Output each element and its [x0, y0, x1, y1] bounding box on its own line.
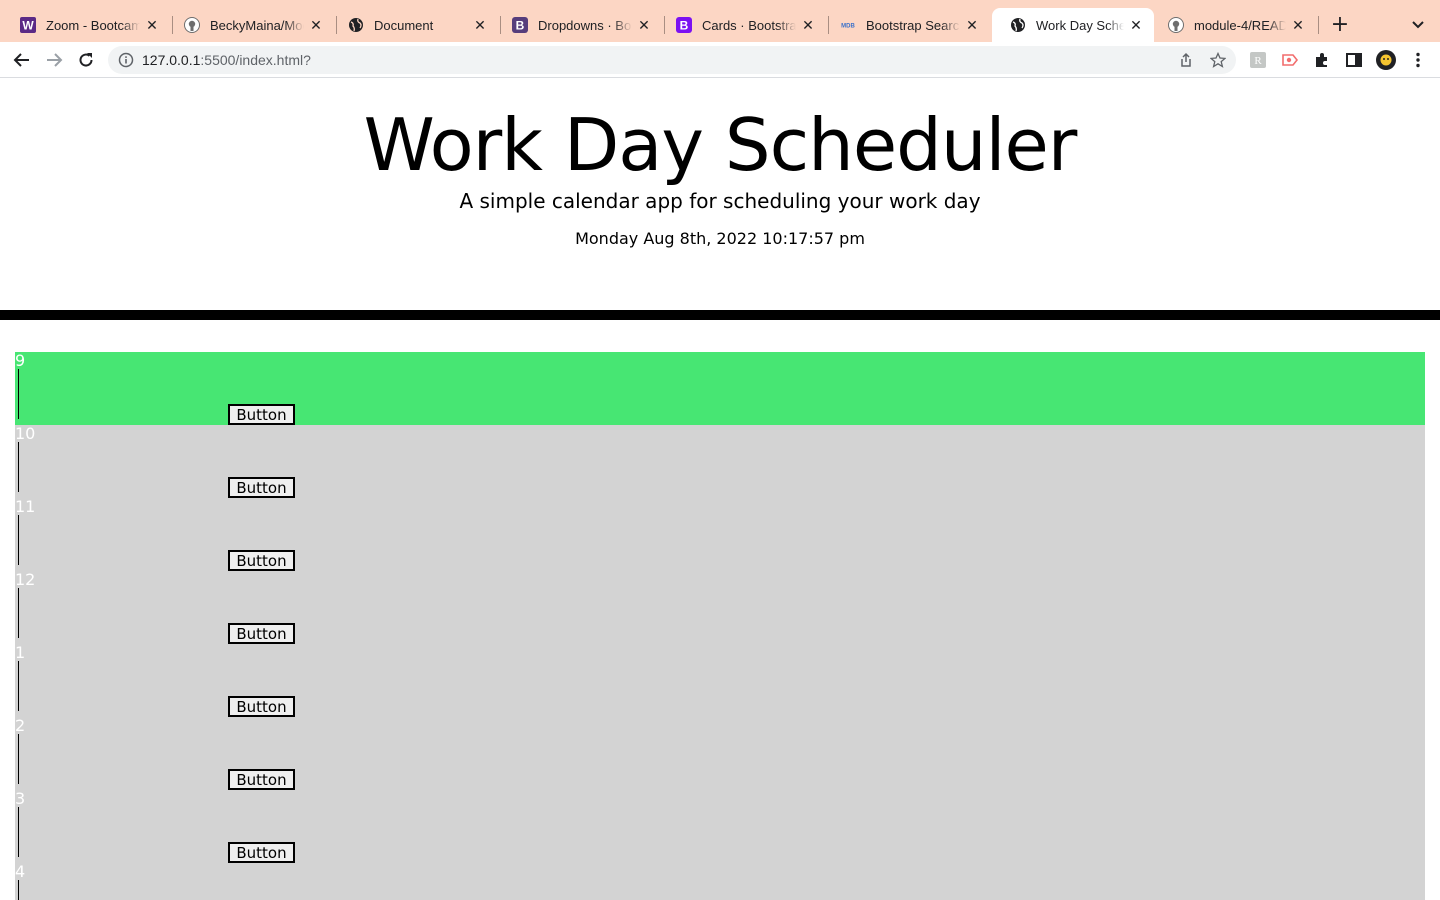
hour-label: 9 — [15, 351, 26, 370]
browser-tab[interactable]: Document ✕ — [330, 8, 498, 42]
url-path: :5500/index.html? — [200, 52, 311, 68]
save-button[interactable]: Button — [228, 404, 295, 425]
description-textarea[interactable] — [18, 515, 19, 565]
globe-icon — [1010, 17, 1026, 33]
browser-toolbar: 127.0.0.1:5500/index.html? R — [0, 42, 1440, 78]
description-textarea[interactable] — [18, 661, 19, 711]
hour-label: 12 — [15, 570, 36, 589]
time-block-row: 10 Button — [15, 425, 1425, 498]
back-arrow-icon[interactable] — [10, 48, 34, 72]
hour-label: 11 — [15, 497, 36, 516]
address-bar[interactable]: 127.0.0.1:5500/index.html? — [108, 46, 1236, 74]
description-textarea[interactable] — [18, 588, 19, 638]
tab-separator — [1318, 16, 1319, 34]
w-logo-icon: W — [20, 17, 36, 33]
svg-text:W: W — [22, 19, 34, 33]
schedule-container: 9 Button 10 Button 11 Button 12 Button 1… — [15, 352, 1425, 900]
tab-close-icon[interactable]: ✕ — [964, 17, 980, 33]
browser-menu-kebab-icon[interactable] — [1408, 50, 1428, 70]
tab-close-icon[interactable]: ✕ — [144, 17, 160, 33]
time-block-row: 4 Button — [15, 863, 1425, 900]
hour-label: 1 — [15, 643, 26, 662]
tab-title: BeckyMaina/Module — [210, 17, 304, 33]
save-button[interactable]: Button — [228, 696, 295, 717]
browser-tab[interactable]: module-4/README ✕ — [1150, 8, 1316, 42]
globe-icon — [348, 17, 364, 33]
header-divider — [0, 310, 1440, 320]
github-icon — [1168, 17, 1184, 33]
save-button[interactable]: Button — [228, 842, 295, 863]
page-viewport: Work Day Scheduler A simple calendar app… — [0, 79, 1440, 900]
time-block-row: 9 Button — [15, 352, 1425, 425]
browser-tab[interactable]: BeckyMaina/Module ✕ — [166, 8, 334, 42]
url-host: 127.0.0.1 — [142, 52, 201, 68]
bookmark-star-icon[interactable] — [1209, 51, 1227, 68]
save-button[interactable]: Button — [228, 477, 295, 498]
tab-close-icon[interactable]: ✕ — [1290, 17, 1306, 33]
page-title: Work Day Scheduler — [363, 103, 1078, 187]
description-textarea[interactable] — [18, 880, 19, 900]
save-button[interactable]: Button — [228, 623, 295, 644]
browser-tab-active[interactable]: Work Day Scheduler ✕ — [992, 8, 1154, 42]
tab-title: Dropdowns · Bootstrap — [538, 17, 632, 33]
description-textarea[interactable] — [18, 807, 19, 857]
bootstrap-icon: B — [512, 17, 528, 33]
tab-close-icon[interactable]: ✕ — [636, 17, 652, 33]
svg-text:MDB: MDB — [841, 24, 855, 30]
tab-title: Zoom - Bootcamp — [46, 17, 140, 33]
svg-text:B: B — [680, 19, 689, 33]
tab-title: module-4/README — [1194, 17, 1286, 33]
url-text: 127.0.0.1:5500/index.html? — [142, 52, 311, 68]
time-block-row: 1 Button — [15, 644, 1425, 717]
github-icon — [184, 17, 200, 33]
tab-title: Cards · Bootstrap — [702, 17, 796, 33]
browser-tab[interactable]: W Zoom - Bootcamp ✕ — [2, 8, 170, 42]
description-textarea[interactable] — [18, 442, 19, 492]
tab-title: Bootstrap Search — [866, 17, 960, 33]
tab-close-icon[interactable]: ✕ — [800, 17, 816, 33]
description-textarea[interactable] — [18, 369, 19, 419]
mdb-icon: MDB — [840, 17, 856, 33]
save-button[interactable]: Button — [228, 550, 295, 571]
screen-recorder-icon[interactable] — [1280, 50, 1300, 70]
hour-label: 2 — [15, 716, 26, 735]
new-tab-button[interactable]: + — [1328, 12, 1352, 37]
hour-label: 3 — [15, 789, 26, 808]
current-day: Monday Aug 8th, 2022 10:17:57 pm — [575, 229, 865, 248]
time-block-row: 11 Button — [15, 498, 1425, 571]
tab-close-icon[interactable]: ✕ — [308, 17, 324, 33]
side-panel-icon[interactable] — [1344, 50, 1364, 70]
forward-arrow-icon[interactable] — [42, 48, 66, 72]
tab-title: Document — [374, 17, 434, 33]
jumbotron-header: Work Day Scheduler A simple calendar app… — [0, 79, 1440, 310]
puzzle-extensions-icon[interactable] — [1312, 50, 1332, 70]
share-icon[interactable] — [1178, 52, 1194, 68]
tab-close-icon[interactable]: ✕ — [1128, 17, 1144, 33]
extension-icon[interactable]: R — [1248, 50, 1268, 70]
page-lead: A simple calendar app for scheduling you… — [459, 189, 981, 213]
browser-tab-strip: W Zoom - Bootcamp ✕ BeckyMaina/Module ✕ … — [0, 0, 1440, 42]
hour-label: 10 — [15, 424, 36, 443]
reload-icon[interactable] — [74, 48, 98, 72]
svg-text:R: R — [1254, 55, 1262, 67]
save-button[interactable]: Button — [228, 769, 295, 790]
time-block-row: 3 Button — [15, 790, 1425, 863]
browser-tab[interactable]: B Dropdowns · Bootstrap ✕ — [494, 8, 662, 42]
svg-text:B: B — [516, 19, 525, 33]
tab-search-chevron-icon[interactable] — [1406, 12, 1430, 36]
tab-title: Work Day Scheduler — [1036, 17, 1124, 33]
time-block-row: 2 Button — [15, 717, 1425, 790]
hour-label: 4 — [15, 862, 26, 881]
browser-tab[interactable]: MDB Bootstrap Search ✕ — [822, 8, 990, 42]
site-info-icon[interactable] — [118, 52, 134, 68]
bootstrap-icon: B — [676, 17, 692, 33]
profile-avatar[interactable] — [1376, 50, 1396, 70]
browser-tab[interactable]: B Cards · Bootstrap ✕ — [658, 8, 826, 42]
tab-close-icon[interactable]: ✕ — [472, 17, 488, 33]
description-textarea[interactable] — [18, 734, 19, 784]
time-block-row: 12 Button — [15, 571, 1425, 644]
